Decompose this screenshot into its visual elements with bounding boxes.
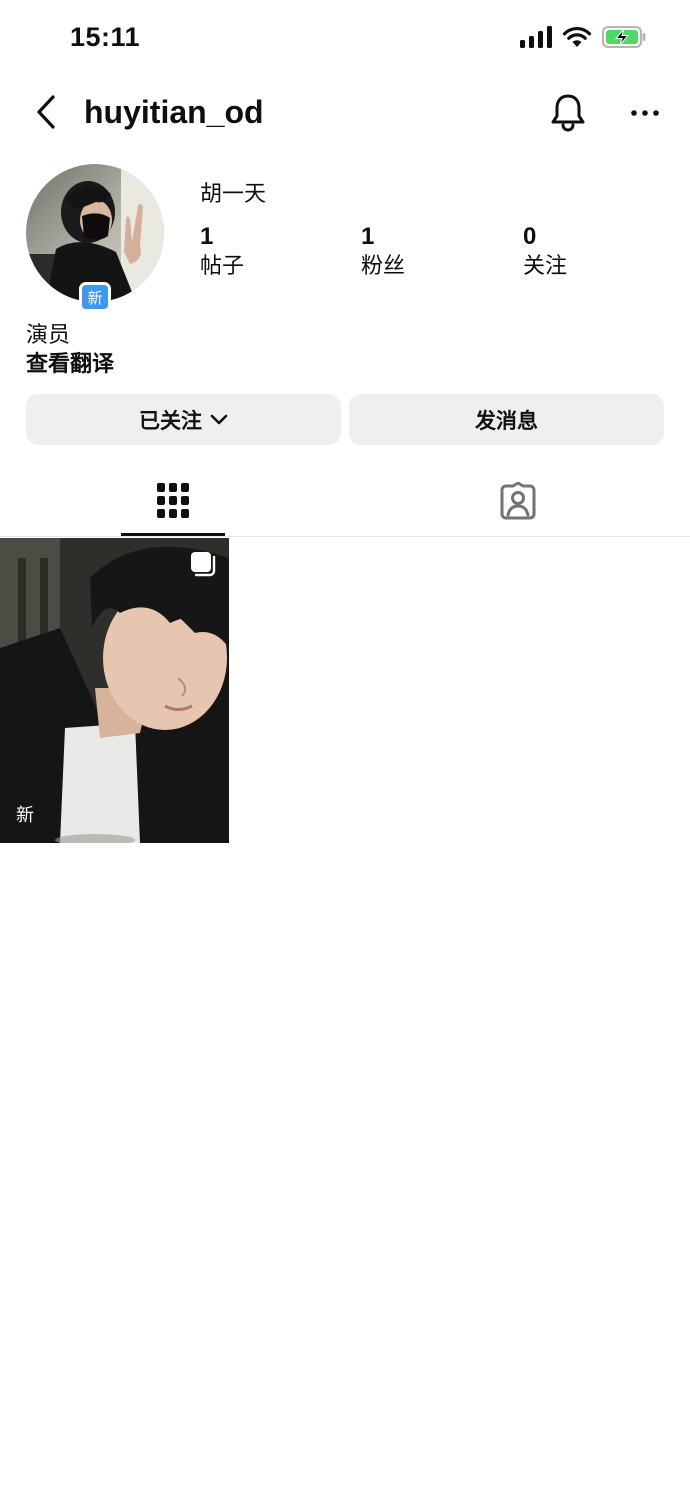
chevron-down-icon [210,414,228,424]
post-new-label: 新 [16,805,34,826]
grid-icon [157,483,189,518]
bell-icon [551,94,585,132]
cellular-signal-icon [520,26,552,48]
profile-bio: 演员 [26,323,71,348]
stat-posts-label: 帖子 [200,254,245,279]
stat-followers-label: 粉丝 [361,254,406,279]
display-name: 胡一天 [200,182,267,207]
chevron-left-icon [37,95,55,129]
post-photo [0,538,229,843]
wifi-icon [562,26,592,47]
following-button[interactable]: 已关注 [26,394,341,445]
stat-followers-value: 1 [361,223,375,250]
status-icons [520,26,646,48]
multiple-images-icon [191,552,216,577]
message-button[interactable]: 发消息 [349,394,664,445]
new-badge: 新 [79,282,111,312]
profile-avatar[interactable]: 新 [26,164,164,312]
tagged-person-icon [500,482,536,520]
profile-username: huyitian_od [84,94,264,130]
status-bar: 15:11 [0,0,690,80]
tab-tagged[interactable] [466,466,570,536]
stat-followers[interactable]: 1 粉丝 [361,222,405,282]
more-horizontal-icon [631,110,659,116]
post-thumbnail[interactable]: 新 [0,538,229,843]
stat-following-label: 关注 [523,254,568,279]
stat-posts-value: 1 [200,223,214,250]
stat-posts[interactable]: 1 帖子 [200,222,244,282]
more-options-button[interactable] [626,94,666,130]
following-button-label: 已关注 [139,408,202,433]
notifications-button[interactable] [548,92,588,132]
tab-posts-grid[interactable] [121,466,225,536]
profile-header: huyitian_od [0,80,690,144]
message-button-label: 发消息 [475,408,538,433]
battery-charging-icon [602,26,646,48]
stat-following-value: 0 [523,223,537,250]
status-time: 15:11 [70,22,141,52]
active-tab-indicator [121,533,225,536]
back-button[interactable] [28,92,64,132]
see-translation-link[interactable]: 查看翻译 [26,351,114,379]
stat-following[interactable]: 0 关注 [523,222,567,282]
profile-tabs [0,466,690,537]
